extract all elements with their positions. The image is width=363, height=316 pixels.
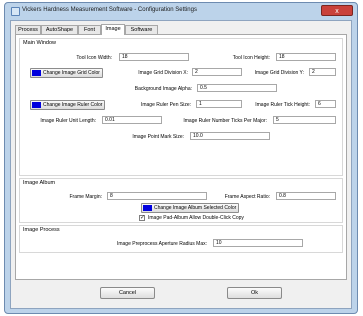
change-grid-color-label: Change Image Grid Color bbox=[43, 70, 100, 76]
ruler-tick-height-label: Image Ruler Tick Height: bbox=[255, 102, 310, 108]
ruler-ticks-major-input[interactable]: 5 bbox=[273, 116, 336, 124]
allow-double-click-label: Image Pad-Album Allow Double-Click Copy bbox=[148, 215, 244, 221]
frame-aspect-ratio-label: Frame Aspect Ratio: bbox=[224, 194, 270, 200]
cancel-button[interactable]: Cancel bbox=[100, 287, 155, 299]
close-icon: x bbox=[335, 8, 339, 15]
main-window-group: Main Window Tool Icon Width: 18 Tool Ico… bbox=[19, 38, 343, 176]
title-bar[interactable]: Vickers Hardness Measurement Software - … bbox=[5, 3, 357, 19]
image-album-title: Image Album bbox=[23, 180, 56, 186]
ruler-color-swatch bbox=[32, 102, 41, 108]
frame-aspect-ratio-input[interactable]: 0.8 bbox=[276, 192, 336, 200]
allow-double-click-checkbox[interactable]: ✓ bbox=[139, 215, 145, 221]
image-tab-panel: Main Window Tool Icon Width: 18 Tool Ico… bbox=[15, 34, 347, 280]
image-album-group: Image Album Frame Margin: 8 Frame Aspect… bbox=[19, 178, 343, 223]
ruler-pen-size-input[interactable]: 1 bbox=[196, 100, 242, 108]
frame-margin-label: Frame Margin: bbox=[69, 194, 102, 200]
tab-software[interactable]: Software bbox=[125, 25, 158, 34]
grid-division-x-label: Image Grid Division X: bbox=[138, 70, 188, 76]
image-process-group: Image Process Image Preprocess Aperture … bbox=[19, 225, 343, 253]
point-mark-size-label: Image Point Mark Size: bbox=[132, 134, 184, 140]
aperture-radius-label: Image Preprocess Aperture Radius Max: bbox=[116, 241, 207, 247]
ok-button[interactable]: Ok bbox=[227, 287, 282, 299]
tab-autoshape[interactable]: AutoShape bbox=[41, 25, 78, 34]
point-mark-size-input[interactable]: 10.0 bbox=[190, 132, 270, 140]
tool-icon-width-label: Tool Icon Width: bbox=[76, 55, 112, 61]
tool-icon-height-input[interactable]: 18 bbox=[276, 53, 336, 61]
ruler-ticks-major-label: Image Ruler Number Ticks Per Major: bbox=[183, 118, 267, 124]
app-icon bbox=[11, 7, 20, 16]
ruler-unit-length-label: Image Ruler Unit Length: bbox=[40, 118, 96, 124]
change-grid-color-button[interactable]: Change Image Grid Color bbox=[30, 68, 103, 78]
main-window-title: Main Window bbox=[23, 40, 57, 46]
grid-division-x-input[interactable]: 2 bbox=[192, 68, 242, 76]
tab-font[interactable]: Font bbox=[78, 25, 101, 34]
close-button[interactable]: x bbox=[321, 5, 353, 16]
background-alpha-input[interactable]: 0.5 bbox=[197, 84, 277, 92]
settings-window: Vickers Hardness Measurement Software - … bbox=[4, 2, 358, 314]
tab-image[interactable]: Image bbox=[101, 24, 125, 35]
tool-icon-width-input[interactable]: 18 bbox=[119, 53, 189, 61]
tool-icon-height-label: Tool Icon Height: bbox=[232, 55, 270, 61]
aperture-radius-input[interactable]: 10 bbox=[213, 239, 303, 247]
background-alpha-label: Background Image Alpha: bbox=[134, 86, 192, 92]
grid-color-swatch bbox=[32, 70, 41, 76]
ruler-tick-height-input[interactable]: 6 bbox=[315, 100, 336, 108]
change-ruler-color-label: Change Image Ruler Color bbox=[43, 102, 103, 108]
ruler-unit-length-input[interactable]: 0.01 bbox=[102, 116, 162, 124]
frame-margin-input[interactable]: 8 bbox=[107, 192, 207, 200]
album-selected-color-swatch bbox=[143, 205, 152, 211]
grid-division-y-label: Image Grid Division Y: bbox=[254, 70, 304, 76]
window-title: Vickers Hardness Measurement Software - … bbox=[22, 7, 197, 13]
dialog-body: Process AutoShape Font Image Software Ma… bbox=[10, 20, 352, 309]
grid-division-y-input[interactable]: 2 bbox=[309, 68, 336, 76]
change-album-selected-color-label: Change Image Album Selected Color bbox=[154, 205, 237, 211]
ruler-pen-size-label: Image Ruler Pen Size: bbox=[140, 102, 191, 108]
change-album-selected-color-button[interactable]: Change Image Album Selected Color bbox=[141, 203, 240, 213]
tab-process[interactable]: Process bbox=[15, 25, 41, 34]
image-process-title: Image Process bbox=[23, 227, 60, 233]
change-ruler-color-button[interactable]: Change Image Ruler Color bbox=[30, 100, 106, 110]
